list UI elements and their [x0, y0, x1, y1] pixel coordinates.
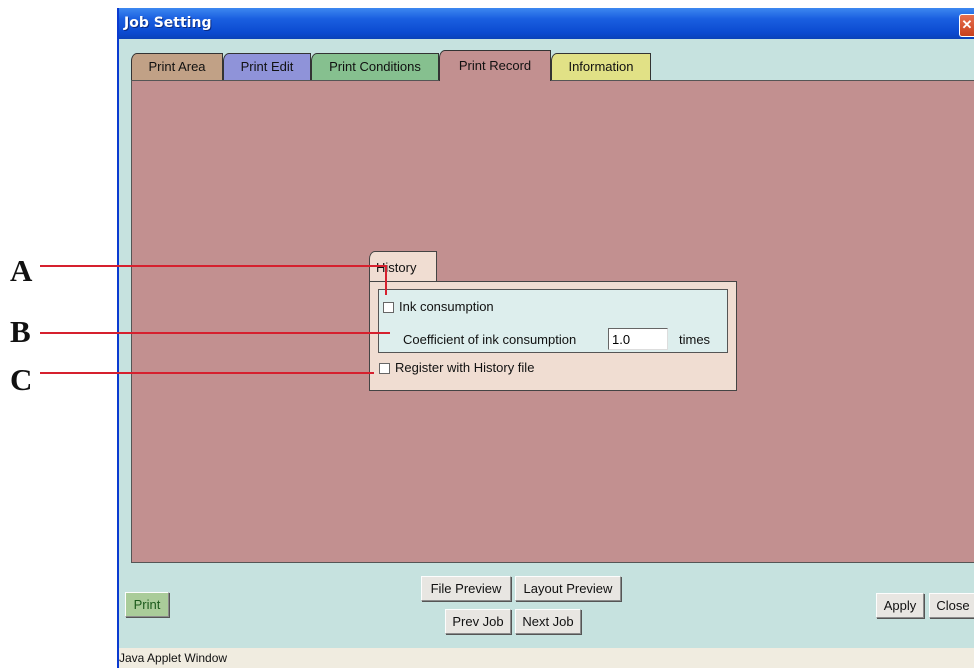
coefficient-unit-label: times — [679, 332, 711, 347]
callout-label-b: B — [10, 314, 31, 349]
close-icon: ✕ — [961, 17, 973, 32]
ink-consumption-checkbox[interactable] — [383, 302, 394, 313]
tab-print-area[interactable]: Print Area — [131, 53, 223, 80]
history-group: Ink consumption Coefficient of ink consu… — [369, 281, 737, 391]
layout-preview-button[interactable]: Layout Preview — [515, 576, 621, 601]
status-text: Java Applet Window — [119, 651, 228, 665]
callout-label-a: A — [10, 253, 33, 288]
callout-line-b — [40, 332, 390, 334]
prev-job-button[interactable]: Prev Job — [445, 609, 511, 634]
ink-consumption-label: Ink consumption — [399, 299, 494, 314]
title-bar[interactable]: Job Setting ✕ — [119, 8, 974, 39]
tab-print-record[interactable]: Print Record — [439, 50, 551, 81]
close-window-button[interactable]: ✕ — [959, 14, 974, 37]
register-history-label: Register with History file — [395, 360, 535, 375]
close-button[interactable]: Close — [929, 593, 974, 618]
file-preview-button[interactable]: File Preview — [421, 576, 511, 601]
coefficient-input[interactable] — [608, 328, 668, 350]
tab-print-edit[interactable]: Print Edit — [223, 53, 311, 80]
apply-button[interactable]: Apply — [876, 593, 924, 618]
tab-information[interactable]: Information — [551, 53, 651, 80]
callout-line-a — [40, 265, 386, 267]
callout-leader-a — [385, 265, 387, 295]
callout-label-c: C — [10, 362, 33, 397]
coefficient-label: Coefficient of ink consumption — [403, 332, 577, 347]
callout-line-c — [40, 372, 374, 374]
next-job-button[interactable]: Next Job — [515, 609, 581, 634]
print-button[interactable]: Print — [125, 592, 169, 617]
ink-consumption-group: Ink consumption Coefficient of ink consu… — [378, 289, 728, 353]
window-title: Job Setting — [124, 15, 212, 31]
job-setting-window: Job Setting ✕ Print Area Print Edit Prin… — [117, 8, 974, 668]
register-history-checkbox[interactable] — [379, 363, 390, 374]
tab-print-conditions[interactable]: Print Conditions — [311, 53, 439, 80]
print-record-panel: History Ink consumption Coefficient of i… — [131, 80, 974, 563]
status-bar: Java Applet Window — [119, 648, 974, 668]
